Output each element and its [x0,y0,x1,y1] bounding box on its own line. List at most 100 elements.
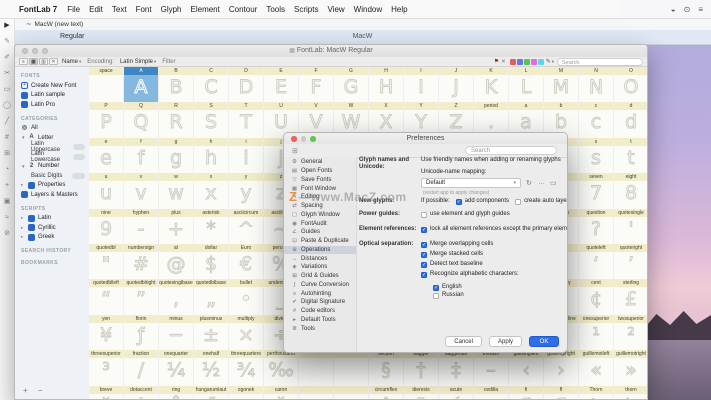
glyph-cell-u[interactable]: uu [89,173,124,208]
glyph-cell-f[interactable]: ff [124,138,159,173]
prefs-item-code-editors[interactable]: #Code editors [284,307,356,316]
glyph-cell-e[interactable]: ee [89,138,124,173]
checkbox-unchecked[interactable] [515,199,521,205]
mark-dropdown-caret[interactable]: ▾ [552,59,554,65]
prefs-item-save-fonts[interactable]: ▽Save Fonts [284,176,356,185]
glyph-cell-guilsinglright[interactable]: guilsinglright› [544,350,579,385]
checkbox-checked[interactable]: ✓ [421,242,427,248]
panel-item-greek[interactable]: ▸Greek [15,233,89,243]
glyph-cell-Q[interactable]: QQ [124,102,159,137]
panel-item-latin[interactable]: ▸Latin [15,214,89,224]
glyph-cell-threequarters[interactable]: threequarters¾ [229,350,264,385]
glyph-cell-H[interactable]: HH [369,67,404,102]
tool-icon-6[interactable]: ╱ [5,118,9,126]
glyph-cell-quotesingle[interactable]: quotesingle' [614,209,648,244]
glyph-cell-quoteright[interactable]: quoteright’ [614,244,648,279]
glyph-cell-question[interactable]: question? [579,209,614,244]
glyph-cell-g[interactable]: gg [159,138,194,173]
glyph-cell-onequarter[interactable]: onequarter¼ [159,350,194,385]
option-add-components[interactable]: ✓add components [456,198,509,205]
glyph-cell-Thorn[interactable]: ThornÞ [579,386,614,399]
glyph-cell-quotedblright[interactable]: quotedblright” [124,279,159,314]
panel-item-all[interactable]: ◎All [15,124,89,134]
optical-option-recognize-alphabetic-characters-[interactable]: ✓Recognize alphabetic characters: [421,271,563,278]
tool-icon-1[interactable]: ✎ [4,38,10,46]
unicode-mapping-dropdown[interactable]: Default▾ [421,178,521,188]
panel-item-basic-digits[interactable]: Basic Digits [15,171,89,181]
panel-add-remove-buttons[interactable]: + − [23,386,47,395]
app-menu[interactable]: FontLab 7 [19,5,57,14]
glyph-cell-C[interactable]: CC [194,67,229,102]
glyph-cell-dollar[interactable]: dollar$ [194,244,229,279]
glyph-cell-x[interactable]: xx [194,173,229,208]
tool-icon-10[interactable]: + [5,182,9,190]
glyph-cell-ring[interactable]: ring˚ [159,386,194,399]
pen-mark-icon[interactable]: ✎ [546,58,551,65]
glyph-cell-dieresis[interactable]: dieresis¨ [404,386,439,399]
glyph-cell-I[interactable]: II [404,67,439,102]
prefs-item-digital-signature[interactable]: ✔Digital Signature [284,298,356,307]
apply-button[interactable]: Apply [489,336,522,347]
glyph-cell-T[interactable]: TT [229,102,264,137]
checkbox-checked[interactable]: ✓ [421,272,427,278]
optical-option-merge-stacked-cells[interactable]: ✓Merge stacked cells [421,251,563,258]
menu-contour[interactable]: Contour [229,5,257,14]
glyph-cell-nine[interactable]: nine9 [89,209,124,244]
glyph-cell-numbersign[interactable]: numbersign# [124,244,159,279]
tool-icon-13[interactable]: ⊘ [4,230,10,238]
panel-item-properties[interactable]: ▸Properties [15,181,89,191]
glyph-cell-quotedblleft[interactable]: quotedblleft“ [89,279,124,314]
glyph-search-input[interactable]: Search [557,58,643,66]
glyph-cell-hyphen[interactable]: hyphen- [124,209,159,244]
prefs-item-operations[interactable]: ⊕Operations [284,246,356,255]
glyph-cell-F[interactable]: FF [299,67,334,102]
glyph-cell-ogonek[interactable]: ogonek˛ [229,386,264,399]
glyph-cell-guillemotright[interactable]: guillemotright» [614,350,648,385]
prefs-item-guides[interactable]: ∠Guides [284,228,356,237]
glyph-cell-florin[interactable]: florinƒ [124,315,159,350]
panel-item-cyrillic[interactable]: ▸Cyrillic [15,223,89,233]
glyph-cell-acute[interactable]: acute´ [439,386,474,399]
glyph-cell-endash[interactable]: endash– [474,350,509,385]
prefs-item-variations[interactable]: ◈Variations [284,263,356,272]
mark-color-swatch[interactable] [510,59,516,65]
glyph-cell-A[interactable]: AA [124,67,159,102]
glyph-cell-asterisk[interactable]: asterisk* [194,209,229,244]
glyph-cell-space[interactable]: space [89,67,124,102]
optical-option-merge-overlapping-cells[interactable]: ✓Merge overlapping cells [421,241,563,248]
tool-icon-11[interactable]: ▣ [4,198,11,206]
glyph-cell-M[interactable]: MM [544,67,579,102]
prefs-item-fontaudit[interactable]: ◉FontAudit [284,219,356,228]
cancel-button[interactable]: Cancel [445,336,482,347]
glyph-cell-quoteleft[interactable]: quoteleft‘ [579,244,614,279]
checkbox-checked[interactable]: ✓ [421,227,427,233]
glyph-cell-guilsinglleft[interactable]: guilsinglleft‹ [509,350,544,385]
glyph-cell-circumflex[interactable]: circumflexˆ [369,386,404,399]
checkbox-checked[interactable]: ✓ [421,252,427,258]
glyph-cell-fraction[interactable]: fraction/ [124,350,159,385]
glyph-cell-v[interactable]: vv [124,173,159,208]
view-large-button[interactable]: ▥ [39,58,48,65]
open-mapping-icon[interactable]: ▭ [550,179,557,187]
menu-view[interactable]: View [327,5,344,14]
language-option-english[interactable]: ✓English [433,284,563,291]
glyph-cell-yen[interactable]: yen¥ [89,315,124,350]
menu-text[interactable]: Text [112,5,127,14]
menu-element[interactable]: Element [191,5,220,14]
glyph-cell-minus[interactable]: minus− [159,315,194,350]
language-option-russian[interactable]: Russian [433,292,563,299]
tool-icon-2[interactable]: ✐ [4,54,10,62]
glyph-cell-at[interactable]: at@ [159,244,194,279]
view-list-button[interactable]: ≡ [19,58,28,65]
prefs-item-grid-guides[interactable]: ⊞Grid & Guides [284,272,356,281]
glyph-cell-eight[interactable]: eight8 [614,173,648,208]
prefs-item-tools[interactable]: ≣Tools [284,324,356,333]
glyph-cell-Euro[interactable]: Euro€ [229,244,264,279]
glyph-cell-dotaccent[interactable]: dotaccent˙ [124,386,159,399]
glyph-cell-D[interactable]: DD [229,67,264,102]
checkbox-checked[interactable]: ✓ [456,199,462,205]
prefs-item-default-tools[interactable]: ▸Default Tools [284,316,356,325]
prefs-item-paste-duplicate[interactable]: ⊡Paste & Duplicate [284,237,356,246]
view-clear-button[interactable]: ✕ [49,58,58,65]
ok-button[interactable]: OK [529,336,559,347]
